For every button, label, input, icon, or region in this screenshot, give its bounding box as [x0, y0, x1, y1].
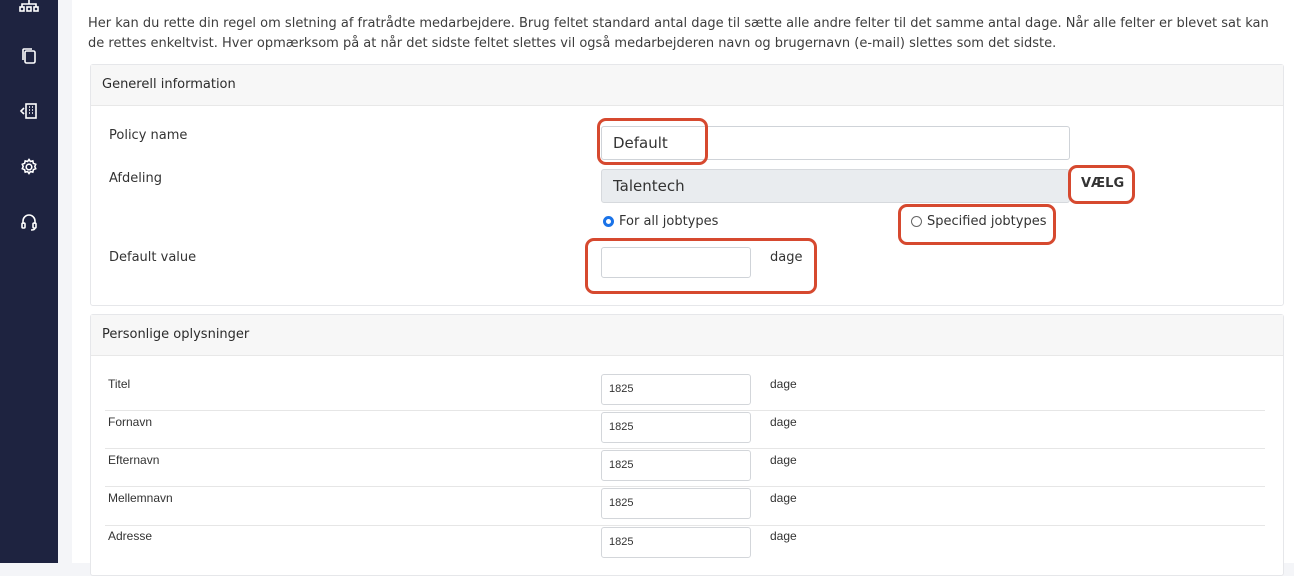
- policy-name-label: Policy name: [109, 128, 188, 143]
- row-unit-adresse: dage: [770, 529, 797, 543]
- row-divider: [105, 486, 1265, 487]
- row-unit-mellemnavn: dage: [770, 491, 797, 505]
- radio-specified-jobtypes-label: Specified jobtypes: [927, 214, 1047, 229]
- row-label-mellemnavn: Mellemnavn: [108, 491, 173, 505]
- intro-text: Her kan du rette din regel om sletning a…: [88, 16, 1269, 51]
- building-icon[interactable]: [18, 100, 40, 122]
- main-content: Her kan du rette din regel om sletning a…: [72, 0, 1294, 576]
- headset-icon[interactable]: [18, 211, 40, 233]
- general-information-panel: Generell information Policy name Afdelin…: [90, 64, 1284, 306]
- row-divider: [105, 525, 1265, 526]
- row-unit-titel: dage: [770, 377, 797, 391]
- row-divider: [105, 448, 1265, 449]
- row-label-fornavn: Fornavn: [108, 415, 153, 429]
- policy-name-input[interactable]: [601, 126, 1070, 160]
- default-value-input[interactable]: [601, 247, 751, 278]
- row-input-efternavn[interactable]: [601, 450, 751, 481]
- radio-specified-jobtypes-circle[interactable]: [911, 216, 922, 227]
- default-value-unit: dage: [770, 250, 803, 265]
- radio-all-jobtypes-label: For all jobtypes: [619, 214, 719, 229]
- row-label-efternavn: Efternavn: [108, 453, 160, 467]
- radio-all-jobtypes[interactable]: For all jobtypes: [603, 214, 718, 229]
- row-unit-efternavn: dage: [770, 453, 797, 467]
- row-input-titel[interactable]: [601, 374, 751, 405]
- radio-all-jobtypes-circle[interactable]: [603, 216, 614, 227]
- personal-information-panel: Personlige oplysninger Titel dage Fornav…: [90, 314, 1284, 576]
- copy-icon[interactable]: [18, 45, 40, 67]
- row-unit-fornavn: dage: [770, 415, 797, 429]
- personal-information-header: Personlige oplysninger: [91, 315, 1283, 356]
- department-input: [601, 169, 1070, 203]
- org-chart-icon[interactable]: [18, 0, 40, 16]
- radio-specified-jobtypes[interactable]: Specified jobtypes: [911, 214, 1046, 229]
- sidebar: [0, 0, 58, 563]
- choose-department-button[interactable]: VÆLG: [1081, 176, 1124, 191]
- row-divider: [105, 410, 1265, 411]
- row-input-fornavn[interactable]: [601, 412, 751, 443]
- general-information-header: Generell information: [91, 65, 1283, 106]
- department-label: Afdeling: [109, 171, 162, 186]
- row-label-adresse: Adresse: [108, 529, 153, 543]
- row-input-adresse[interactable]: [601, 527, 751, 558]
- row-label-titel: Titel: [108, 377, 131, 391]
- default-value-label: Default value: [109, 250, 197, 265]
- row-input-mellemnavn[interactable]: [601, 488, 751, 519]
- gear-icon[interactable]: [18, 156, 40, 178]
